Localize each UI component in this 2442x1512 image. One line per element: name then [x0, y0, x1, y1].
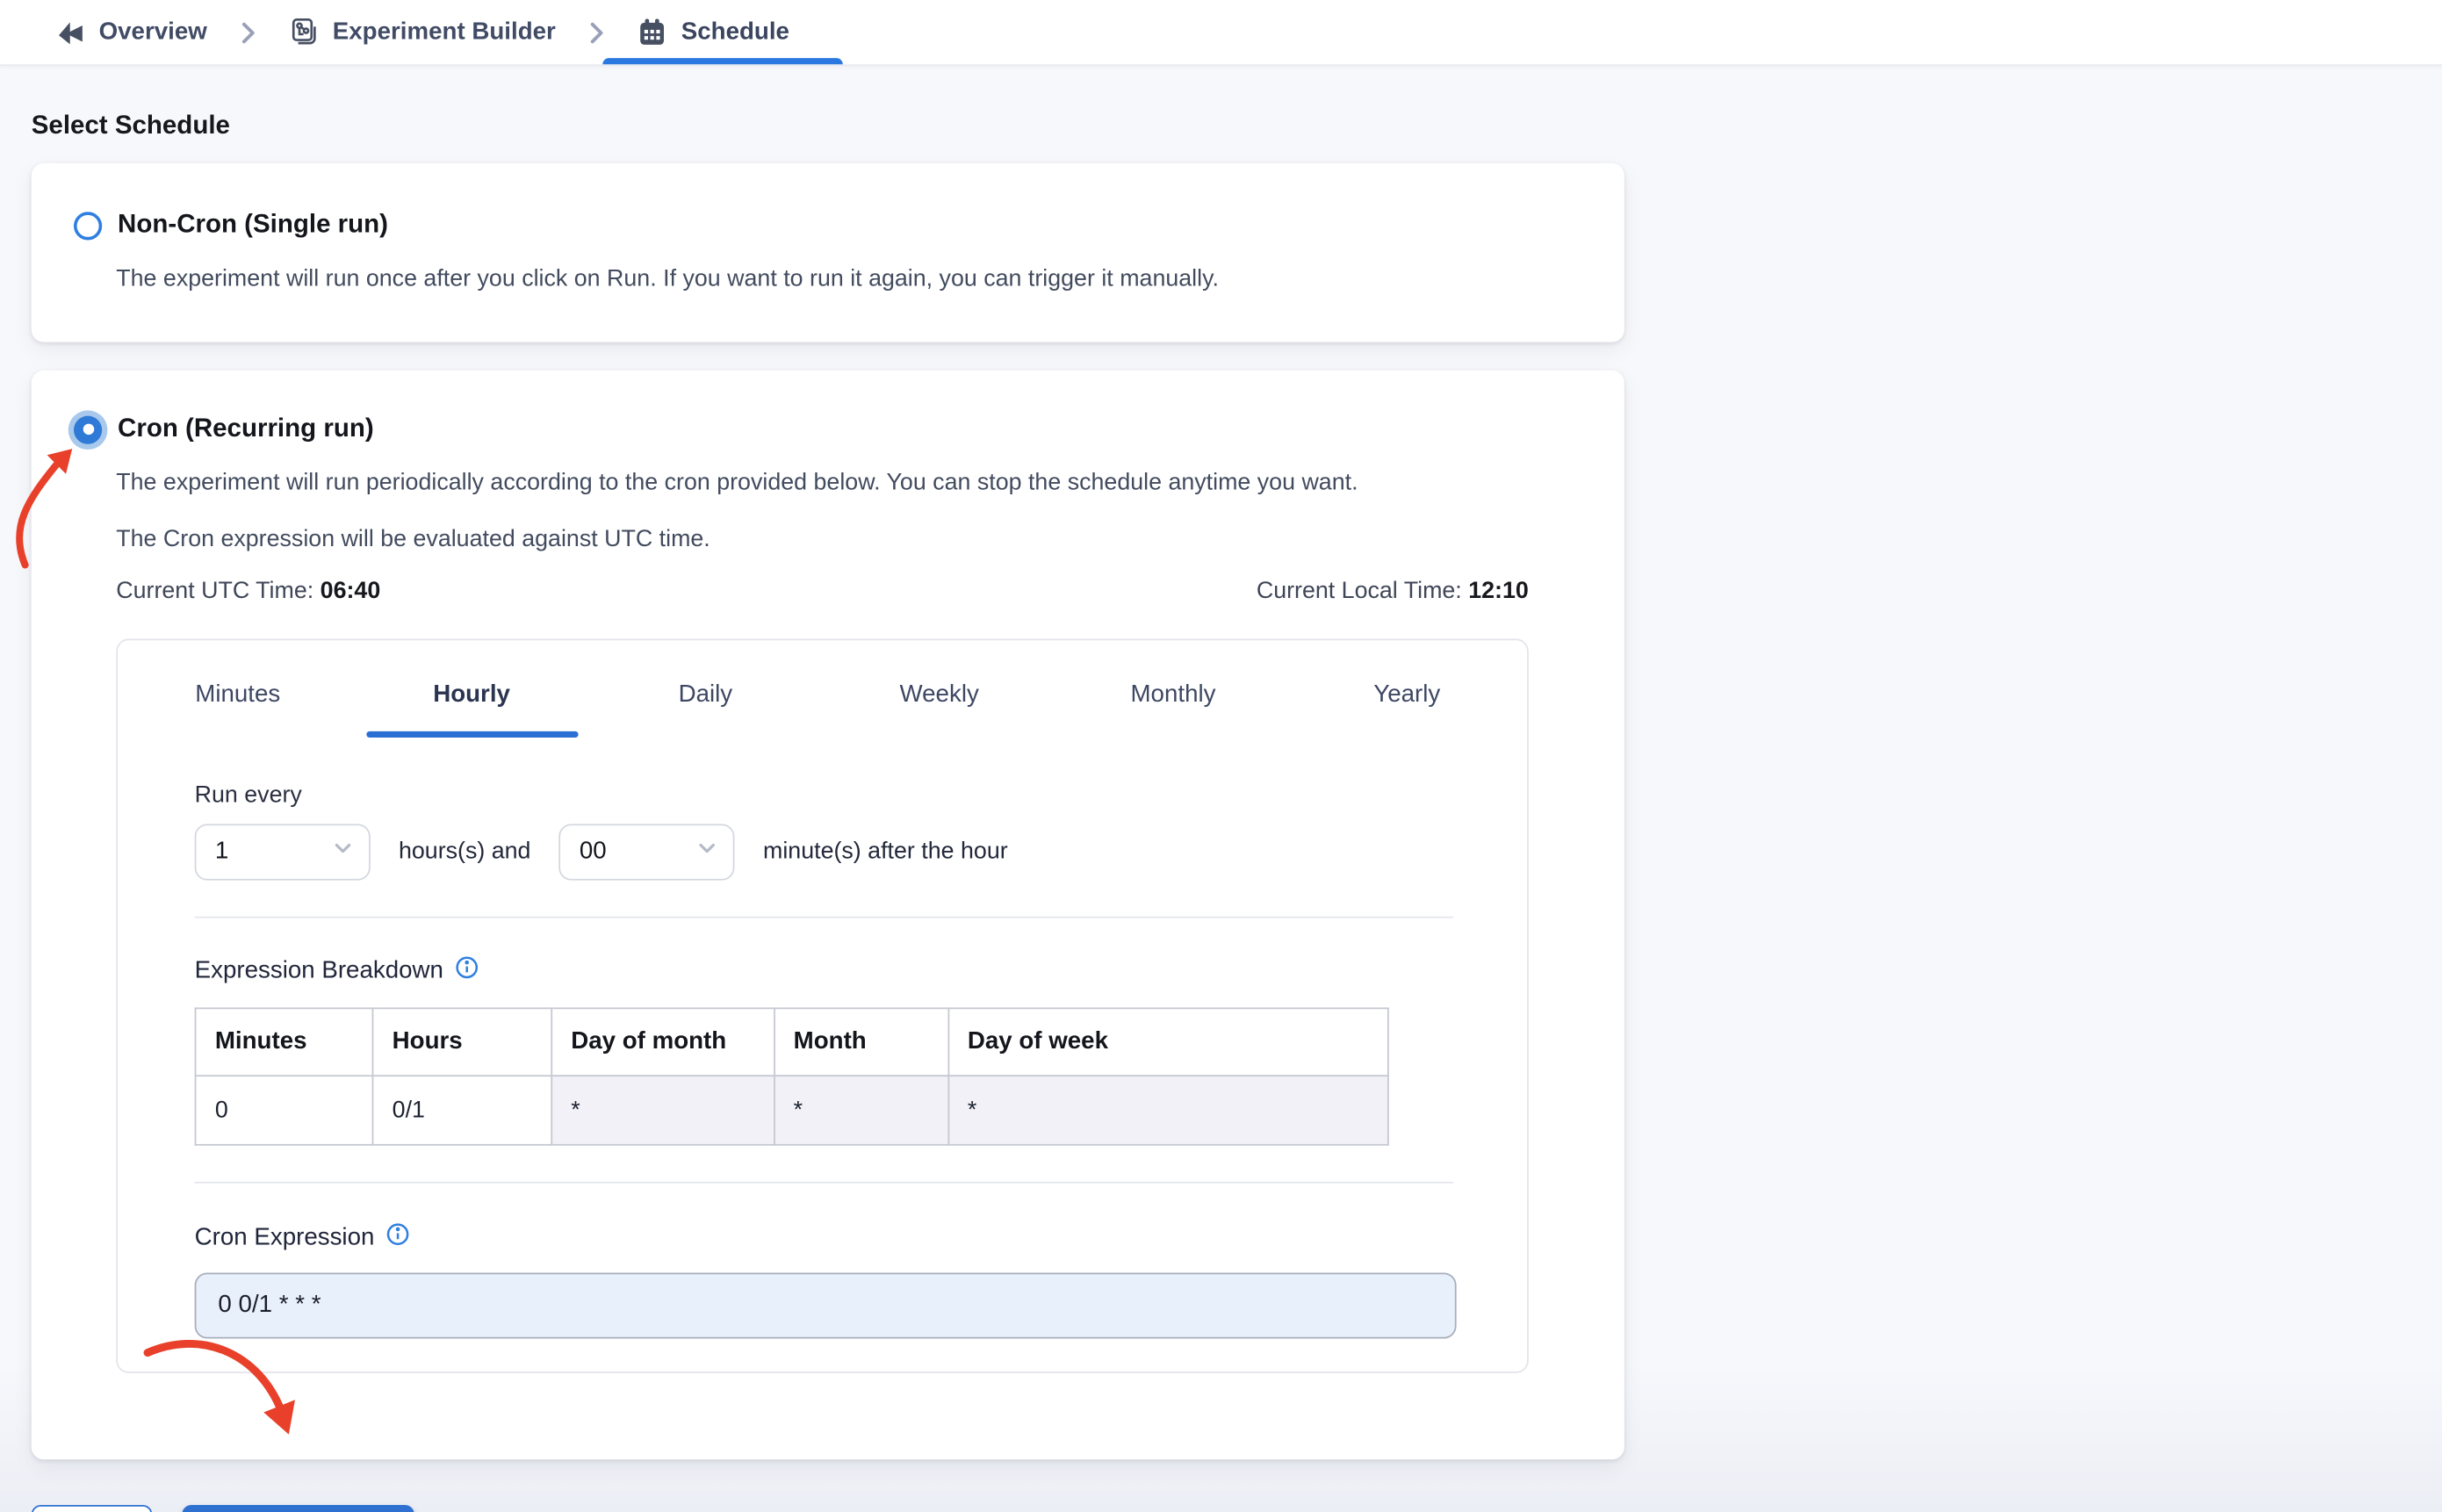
- chevron-down-icon: [333, 838, 353, 866]
- breakdown-header-month: Month: [773, 1006, 949, 1076]
- divider: [194, 1181, 1454, 1184]
- breakdown-header-minutes: Minutes: [194, 1006, 374, 1076]
- calendar-icon: [638, 18, 667, 47]
- breadcrumb-label-experiment-builder: Experiment Builder: [332, 18, 556, 45]
- non-cron-radio[interactable]: [74, 211, 103, 240]
- breakdown-header-hours: Hours: [371, 1006, 552, 1076]
- breakdown-value-hours: 0/1: [371, 1074, 552, 1146]
- cron-expression-input[interactable]: [194, 1272, 1457, 1339]
- info-icon[interactable]: [454, 955, 478, 987]
- chevron-right-icon: [580, 0, 612, 64]
- chevron-down-icon: [697, 838, 717, 866]
- cron-description-2: The Cron expression will be evaluated ag…: [116, 524, 710, 552]
- non-cron-title: Non-Cron (Single run): [118, 210, 389, 239]
- tab-yearly[interactable]: Yearly: [1290, 665, 1524, 737]
- tab-daily[interactable]: Daily: [588, 665, 822, 737]
- current-utc-time: Current UTC Time: 06:40: [116, 577, 381, 604]
- non-cron-option-card: Non-Cron (Single run) The experiment wil…: [31, 162, 1624, 343]
- breadcrumb-item-schedule[interactable]: Schedule: [602, 0, 843, 65]
- expression-breakdown-label: Expression Breakdown: [195, 955, 1453, 987]
- non-cron-description: The experiment will run once after you c…: [116, 265, 1219, 292]
- page-title: Select Schedule: [31, 111, 230, 140]
- current-times-row: Current UTC Time: 06:40 Current Local Ti…: [116, 577, 1529, 603]
- breakdown-value-minutes: 0: [194, 1074, 374, 1146]
- breadcrumb-label-schedule: Schedule: [681, 18, 789, 45]
- cron-description-1: The experiment will run periodically acc…: [116, 469, 1358, 497]
- utc-time-value: 06:40: [320, 577, 381, 604]
- overview-icon: [56, 18, 84, 47]
- hours-select[interactable]: 1: [194, 823, 371, 881]
- expression-breakdown-table: Minutes Hours Day of month Month Day of …: [194, 1006, 1389, 1146]
- local-time-value: 12:10: [1468, 577, 1529, 604]
- cron-expression-label: Cron Expression: [195, 1222, 1453, 1254]
- breakdown-value-month: *: [773, 1074, 949, 1146]
- minutes-select-value: 00: [579, 837, 607, 865]
- tab-weekly[interactable]: Weekly: [823, 665, 1056, 737]
- set-schedule-button[interactable]: Set Schedule: [182, 1504, 414, 1512]
- divider: [194, 916, 1454, 918]
- breakdown-value-day-of-week: *: [947, 1074, 1389, 1146]
- tab-hourly[interactable]: Hourly: [355, 665, 588, 737]
- breadcrumb-label-overview: Overview: [98, 18, 207, 45]
- info-icon[interactable]: [385, 1222, 409, 1254]
- breakdown-value-day-of-month: *: [550, 1074, 775, 1146]
- minutes-select[interactable]: 00: [558, 823, 735, 881]
- minutes-suffix-label: minute(s) after the hour: [763, 838, 1008, 866]
- cron-title: Cron (Recurring run): [118, 414, 374, 443]
- cron-scheduler-panel: Minutes Hourly Daily Weekly Monthly Year…: [116, 637, 1529, 1373]
- run-every-label: Run every: [194, 781, 302, 809]
- hours-suffix-label: hours(s) and: [398, 838, 531, 866]
- tab-minutes[interactable]: Minutes: [121, 665, 355, 737]
- tab-monthly[interactable]: Monthly: [1056, 665, 1290, 737]
- breakdown-header-day-of-month: Day of month: [550, 1006, 775, 1076]
- breadcrumb-item-overview[interactable]: Overview: [32, 0, 233, 64]
- back-button[interactable]: Back: [31, 1504, 153, 1512]
- breadcrumb-item-experiment-builder[interactable]: Experiment Builder: [263, 0, 580, 64]
- chevron-right-icon: [232, 0, 263, 64]
- schedule-tabs: Minutes Hourly Daily Weekly Monthly Year…: [118, 665, 1527, 737]
- cron-radio[interactable]: [74, 415, 103, 444]
- breakdown-header-day-of-week: Day of week: [947, 1006, 1389, 1076]
- experiment-builder-icon: [289, 18, 319, 47]
- wizard-breadcrumb: Overview Experiment Builder Schedule: [0, 0, 2442, 67]
- hours-select-value: 1: [214, 837, 229, 865]
- cron-option-card: Cron (Recurring run) The experiment will…: [31, 371, 1624, 1459]
- current-local-time: Current Local Time: 12:10: [1256, 577, 1529, 604]
